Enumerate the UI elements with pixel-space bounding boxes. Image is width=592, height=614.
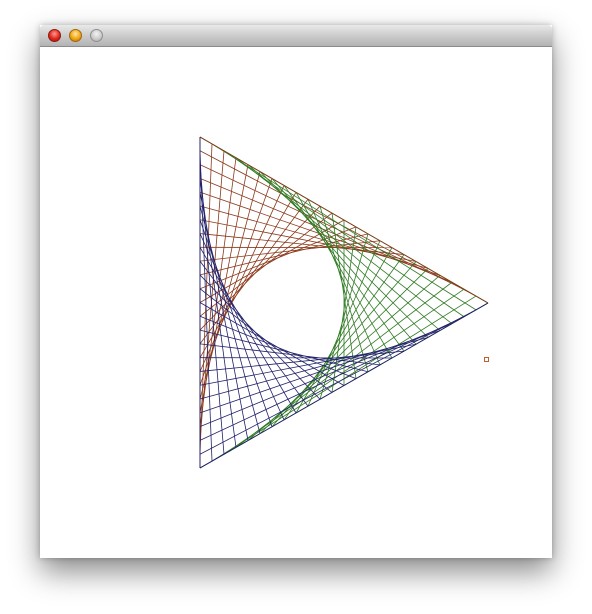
stitch-line-c: [199, 219, 273, 427]
stitch-line-a: [199, 240, 381, 262]
cursor-marker: [484, 357, 489, 362]
stitch-line-a: [199, 178, 453, 283]
string-art-figure: [199, 136, 489, 469]
stitch-line-a: [199, 219, 417, 262]
drawing-canvas[interactable]: [40, 47, 552, 558]
stitch-line-c: [199, 302, 345, 386]
close-button[interactable]: [48, 29, 61, 42]
stitch-line-c: [199, 288, 333, 393]
minimize-button[interactable]: [69, 29, 82, 42]
app-window: [40, 25, 552, 558]
title-bar[interactable]: [40, 25, 552, 47]
zoom-button[interactable]: [90, 29, 103, 42]
string-art-strokes: [199, 136, 489, 469]
